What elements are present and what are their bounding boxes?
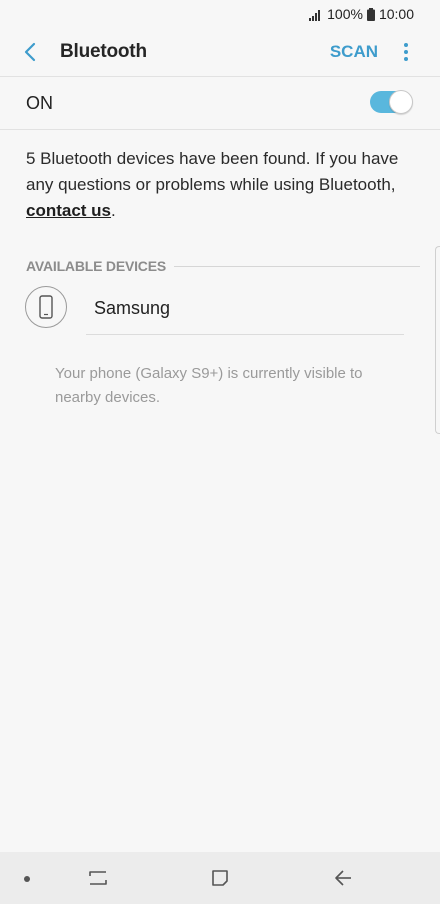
app-header: Bluetooth SCAN <box>0 28 440 76</box>
more-options-icon <box>404 43 408 61</box>
signal-icon <box>309 8 323 21</box>
back-icon <box>335 870 351 886</box>
visibility-note: Your phone (Galaxy S9+) is currently vis… <box>55 365 363 406</box>
home-icon <box>212 870 228 886</box>
nav-dot-icon[interactable] <box>24 876 30 882</box>
section-title: AVAILABLE DEVICES <box>26 258 166 274</box>
back-button[interactable] <box>18 40 42 64</box>
scroll-indicator[interactable] <box>435 246 440 434</box>
recents-button[interactable] <box>86 866 110 890</box>
bluetooth-toggle-row[interactable]: ON <box>0 77 440 129</box>
more-options-button[interactable] <box>394 40 418 64</box>
status-bar: 100% 10:00 <box>0 0 440 28</box>
home-button[interactable] <box>208 866 232 890</box>
toggle-divider <box>0 129 440 130</box>
battery-percent: 100% <box>327 6 363 22</box>
recents-icon <box>89 871 107 885</box>
toggle-label: ON <box>26 93 53 113</box>
section-divider <box>173 265 420 267</box>
device-icon-container <box>25 286 67 328</box>
switch-knob <box>389 90 413 114</box>
available-devices-header: AVAILABLE DEVICES <box>26 257 420 275</box>
battery-icon <box>366 7 375 21</box>
navigation-bar <box>0 852 440 904</box>
back-arrow-icon <box>24 42 36 62</box>
contact-us-link[interactable]: contact us <box>26 201 111 220</box>
clock: 10:00 <box>378 6 414 22</box>
scan-button[interactable]: SCAN <box>330 40 378 64</box>
page-title: Bluetooth <box>60 41 147 62</box>
info-text-body: 5 Bluetooth devices have been found. If … <box>26 149 399 194</box>
device-item[interactable]: Samsung <box>0 285 440 333</box>
device-divider <box>86 334 404 335</box>
bluetooth-switch[interactable] <box>370 90 413 114</box>
phone-icon <box>39 295 53 319</box>
device-name: Samsung <box>94 298 171 318</box>
info-text: 5 Bluetooth devices have been found. If … <box>26 146 400 224</box>
nav-back-button[interactable] <box>331 866 355 890</box>
info-text-end: . <box>111 201 116 220</box>
